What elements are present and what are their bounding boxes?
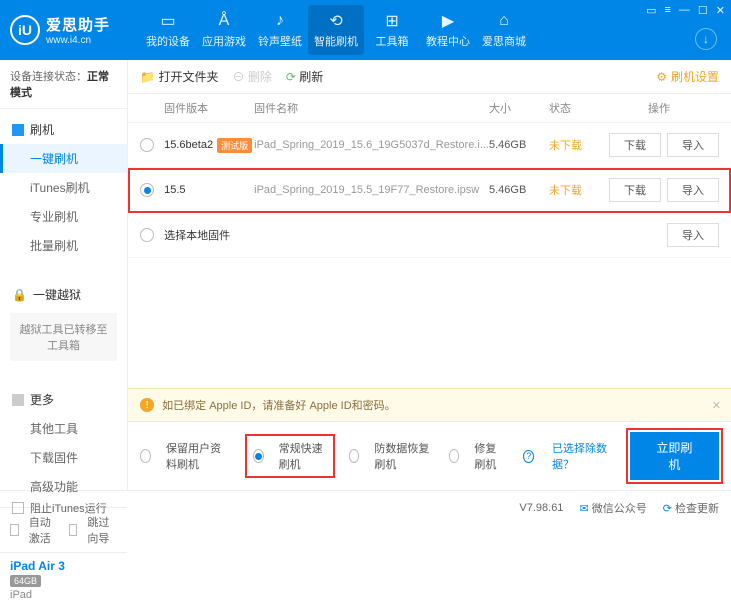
refresh-button[interactable]: ⟳ 刷新 bbox=[286, 68, 323, 85]
help-icon[interactable]: ? bbox=[523, 450, 534, 463]
skin-icon[interactable]: ▭ bbox=[646, 4, 656, 17]
connection-status: 设备连接状态：正常模式 bbox=[0, 60, 127, 109]
table-header: 固件版本 固件名称 大小 状态 操作 bbox=[128, 94, 731, 123]
sidebar-item-itunes[interactable]: iTunes刷机 bbox=[0, 173, 127, 202]
sidebar-group-flash[interactable]: 刷机 bbox=[0, 115, 127, 144]
sidebar-group-more[interactable]: 更多 bbox=[0, 385, 127, 414]
sidebar-item-other-tools[interactable]: 其他工具 bbox=[0, 414, 127, 443]
import-button[interactable]: 导入 bbox=[667, 133, 719, 157]
sidebar-item-download-fw[interactable]: 下载固件 bbox=[0, 443, 127, 472]
open-folder-button[interactable]: 📁 打开文件夹 bbox=[140, 68, 218, 85]
block-itunes-checkbox[interactable] bbox=[12, 502, 24, 514]
warning-icon: ! bbox=[140, 398, 154, 412]
title-bar: iU 爱思助手 www.i4.cn ▭我的设备 Å应用游戏 ♪铃声壁纸 ⟲智能刷… bbox=[0, 0, 731, 60]
fw-filename: iPad_Spring_2019_15.5_19F77_Restore.ipsw bbox=[254, 184, 489, 196]
nav-tutorials[interactable]: ▶教程中心 bbox=[420, 5, 476, 55]
skip-guide-label: 跳过向导 bbox=[87, 514, 117, 546]
top-nav: ▭我的设备 Å应用游戏 ♪铃声壁纸 ⟲智能刷机 ⊞工具箱 ▶教程中心 ⌂爱思商城 bbox=[140, 5, 532, 55]
logo-icon: iU bbox=[10, 15, 40, 45]
device-storage: 64GB bbox=[10, 575, 41, 587]
app-logo: iU 爱思助手 www.i4.cn bbox=[10, 14, 110, 46]
flash-options: 保留用户资料刷机 常规快速刷机 防数据恢复刷机 修复刷机 ? 已选择除数据？ 立… bbox=[128, 421, 731, 490]
nav-store[interactable]: ⌂爱思商城 bbox=[476, 5, 532, 55]
wechat-icon: ✉ bbox=[579, 503, 588, 515]
device-type: iPad bbox=[10, 589, 117, 601]
fw-filename: iPad_Spring_2019_15.6_19G5037d_Restore.i… bbox=[254, 139, 489, 151]
row-radio[interactable] bbox=[140, 183, 154, 197]
import-button[interactable]: 导入 bbox=[667, 223, 719, 247]
alert-text: 如已绑定 Apple ID，请准备好 Apple ID和密码。 bbox=[162, 397, 396, 413]
nav-flash[interactable]: ⟲智能刷机 bbox=[308, 5, 364, 55]
wechat-link[interactable]: ✉ 微信公众号 bbox=[579, 500, 646, 516]
sidebar: 设备连接状态：正常模式 刷机 一键刷机 iTunes刷机 专业刷机 批量刷机 🔒… bbox=[0, 60, 128, 490]
download-manager-icon[interactable]: ↓ bbox=[695, 28, 717, 50]
toolbar: 📁 打开文件夹 ⊖ 删除 ⟳ 刷新 ⚙刷机设置 bbox=[128, 60, 731, 94]
folder-icon: 📁 bbox=[140, 70, 155, 84]
delete-icon: ⊖ bbox=[232, 70, 244, 84]
nav-apps[interactable]: Å应用游戏 bbox=[196, 5, 252, 55]
check-update-link[interactable]: ⟳ 检查更新 bbox=[663, 500, 719, 516]
refresh-icon: ⟳ bbox=[286, 70, 296, 84]
col-version: 固件版本 bbox=[164, 100, 254, 116]
download-button[interactable]: 下载 bbox=[609, 178, 661, 202]
device-info[interactable]: iPad Air 3 64GB iPad bbox=[0, 552, 127, 607]
fw-size: 5.46GB bbox=[489, 139, 549, 151]
app-name: 爱思助手 bbox=[46, 14, 110, 35]
row-radio[interactable] bbox=[140, 138, 154, 152]
beta-tag: 测试版 bbox=[217, 138, 252, 153]
apple-id-alert: ! 如已绑定 Apple ID，请准备好 Apple ID和密码。 ✕ bbox=[128, 388, 731, 421]
nav-my-device[interactable]: ▭我的设备 bbox=[140, 5, 196, 55]
opt-keep-data[interactable]: 保留用户资料刷机 bbox=[140, 440, 231, 472]
fw-size: 5.46GB bbox=[489, 184, 549, 196]
sidebar-item-pro[interactable]: 专业刷机 bbox=[0, 202, 127, 231]
alert-close-icon[interactable]: ✕ bbox=[712, 399, 721, 412]
fw-version: 15.6beta2 bbox=[164, 139, 213, 151]
maximize-icon[interactable]: ☐ bbox=[698, 4, 708, 17]
minimize-icon[interactable]: — bbox=[679, 4, 690, 17]
nav-toolbox[interactable]: ⊞工具箱 bbox=[364, 5, 420, 55]
fw-state: 未下载 bbox=[549, 137, 599, 153]
app-version: V7.98.61 bbox=[519, 502, 563, 514]
col-ops: 操作 bbox=[599, 100, 719, 116]
sidebar-item-oneclick[interactable]: 一键刷机 bbox=[0, 144, 127, 173]
close-icon[interactable]: ✕ bbox=[716, 4, 725, 17]
erase-data-link[interactable]: 已选择除数据？ bbox=[552, 440, 612, 472]
fw-version: 15.5 bbox=[164, 184, 185, 196]
delete-button[interactable]: ⊖ 删除 bbox=[232, 68, 271, 85]
block-itunes-label: 阻止iTunes运行 bbox=[30, 500, 107, 516]
sidebar-group-jailbreak[interactable]: 🔒一键越狱 bbox=[0, 280, 127, 309]
import-button[interactable]: 导入 bbox=[667, 178, 719, 202]
opt-quick-flash[interactable]: 常规快速刷机 bbox=[249, 438, 331, 474]
auto-activate-label: 自动激活 bbox=[29, 514, 59, 546]
flash-now-button[interactable]: 立即刷机 bbox=[630, 432, 719, 480]
sidebar-item-batch[interactable]: 批量刷机 bbox=[0, 231, 127, 260]
jailbreak-moved-note[interactable]: 越狱工具已转移至工具箱 bbox=[10, 313, 117, 361]
device-name: iPad Air 3 bbox=[10, 559, 117, 573]
sidebar-item-advanced[interactable]: 高级功能 bbox=[0, 472, 127, 501]
row-radio[interactable] bbox=[140, 228, 154, 242]
firmware-row[interactable]: 15.5 iPad_Spring_2019_15.5_19F77_Restore… bbox=[128, 168, 731, 213]
col-size: 大小 bbox=[489, 100, 549, 116]
flash-settings-button[interactable]: ⚙刷机设置 bbox=[656, 68, 719, 85]
fw-state: 未下载 bbox=[549, 182, 599, 198]
main-panel: 📁 打开文件夹 ⊖ 删除 ⟳ 刷新 ⚙刷机设置 固件版本 固件名称 大小 状态 … bbox=[128, 60, 731, 490]
col-state: 状态 bbox=[549, 100, 599, 116]
opt-anti-recovery[interactable]: 防数据恢复刷机 bbox=[349, 440, 431, 472]
window-controls: ▭ ≡ — ☐ ✕ bbox=[646, 4, 725, 17]
more-icon bbox=[12, 394, 24, 406]
update-icon: ⟳ bbox=[663, 503, 672, 515]
app-url: www.i4.cn bbox=[46, 35, 110, 46]
flash-icon bbox=[12, 124, 24, 136]
local-firmware-row[interactable]: 选择本地固件 导入 bbox=[128, 213, 731, 258]
col-name: 固件名称 bbox=[254, 100, 489, 116]
firmware-row[interactable]: 15.6beta2 测试版 iPad_Spring_2019_15.6_19G50… bbox=[128, 123, 731, 168]
lock-icon: 🔒 bbox=[12, 288, 27, 302]
download-button[interactable]: 下载 bbox=[609, 133, 661, 157]
opt-repair[interactable]: 修复刷机 bbox=[449, 440, 506, 472]
nav-ringtones[interactable]: ♪铃声壁纸 bbox=[252, 5, 308, 55]
menu-icon[interactable]: ≡ bbox=[664, 4, 670, 17]
local-fw-label: 选择本地固件 bbox=[164, 227, 230, 243]
gear-icon: ⚙ bbox=[656, 70, 667, 84]
